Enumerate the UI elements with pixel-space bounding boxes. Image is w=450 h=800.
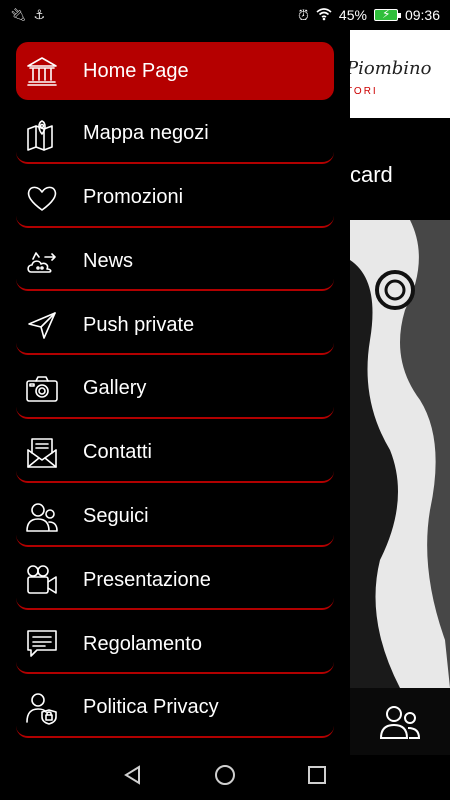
- logo-subtext: TORI: [346, 86, 378, 97]
- privacy-icon: [23, 689, 61, 727]
- mail-icon: [23, 434, 61, 472]
- menu-label-regolamento: Regolamento: [83, 632, 202, 655]
- home-button[interactable]: [214, 764, 236, 791]
- menu-label-promozioni: Promozioni: [83, 186, 184, 209]
- map-icon: [23, 115, 61, 153]
- recents-square-icon: [308, 766, 326, 784]
- clock: 09:36: [404, 7, 440, 23]
- menu-label-news: News: [83, 249, 134, 272]
- bottom-users-button[interactable]: [350, 688, 450, 755]
- system-nav-bar: [0, 755, 450, 800]
- back-icon: [124, 765, 140, 785]
- usb-debug-icon: ⚓︎: [33, 7, 46, 22]
- header-logo: Piombino TORI: [340, 30, 450, 118]
- battery-percent: 45%: [338, 7, 367, 23]
- users-icon: [379, 705, 421, 739]
- usb-icon: 🔌︎: [10, 7, 27, 22]
- menu-label-push-private: Push private: [83, 313, 195, 336]
- menu-item-news[interactable]: News: [16, 233, 334, 292]
- status-bar: 🔌︎ ⚓︎ ⏰︎ 45% ⚡︎ 09:36: [0, 0, 450, 30]
- status-left: 🔌︎ ⚓︎: [10, 7, 45, 23]
- menu-label-contatti: Contatti: [83, 441, 152, 464]
- chat-icon: [23, 625, 61, 663]
- menu-item-mappa-negozi[interactable]: Mappa negozi: [16, 106, 334, 164]
- wifi-icon: [316, 7, 332, 24]
- news-icon: [23, 242, 61, 280]
- home-circle-icon: [215, 765, 235, 785]
- menu-label-politica-privacy: Politica Privacy: [83, 696, 219, 719]
- menu-item-gallery[interactable]: Gallery: [16, 361, 334, 419]
- menu-item-regolamento[interactable]: Regolamento: [16, 616, 334, 675]
- users-icon: [23, 498, 61, 536]
- menu-label-gallery: Gallery: [83, 377, 147, 400]
- send-icon: [23, 306, 61, 344]
- bank-icon: [23, 52, 61, 90]
- menu-item-push-private[interactable]: Push private: [16, 297, 334, 356]
- menu-label-mappa-negozi: Mappa negozi: [83, 122, 209, 145]
- menu-label-presentazione: Presentazione: [83, 568, 211, 591]
- menu-item-seguici[interactable]: Seguici: [16, 489, 334, 547]
- back-button[interactable]: [122, 764, 144, 791]
- menu-label-home-page: Home Page: [83, 59, 189, 82]
- menu-item-promozioni[interactable]: Promozioni: [16, 170, 334, 228]
- menu-label-seguici: Seguici: [83, 505, 149, 528]
- heart-icon: [23, 179, 61, 217]
- menu-item-contatti[interactable]: Contatti: [16, 425, 334, 483]
- battery-icon: ⚡︎: [373, 7, 401, 21]
- navigation-drawer: Home Page Mappa negozi Promozioni News P…: [0, 30, 350, 755]
- video-icon: [23, 561, 61, 599]
- menu-item-politica-privacy[interactable]: Politica Privacy: [16, 680, 334, 738]
- menu-item-home-page[interactable]: Home Page: [16, 42, 334, 100]
- menu-item-presentazione[interactable]: Presentazione: [16, 552, 334, 611]
- recents-button[interactable]: [306, 764, 328, 791]
- status-right: ⏰︎ 45% ⚡︎ 09:36: [298, 7, 440, 24]
- sculpture-image: [350, 220, 450, 688]
- card-title: card: [350, 162, 393, 187]
- camera-icon: [23, 370, 61, 408]
- logo-text: Piombino: [346, 58, 432, 79]
- alarm-icon: ⏰︎: [298, 6, 309, 23]
